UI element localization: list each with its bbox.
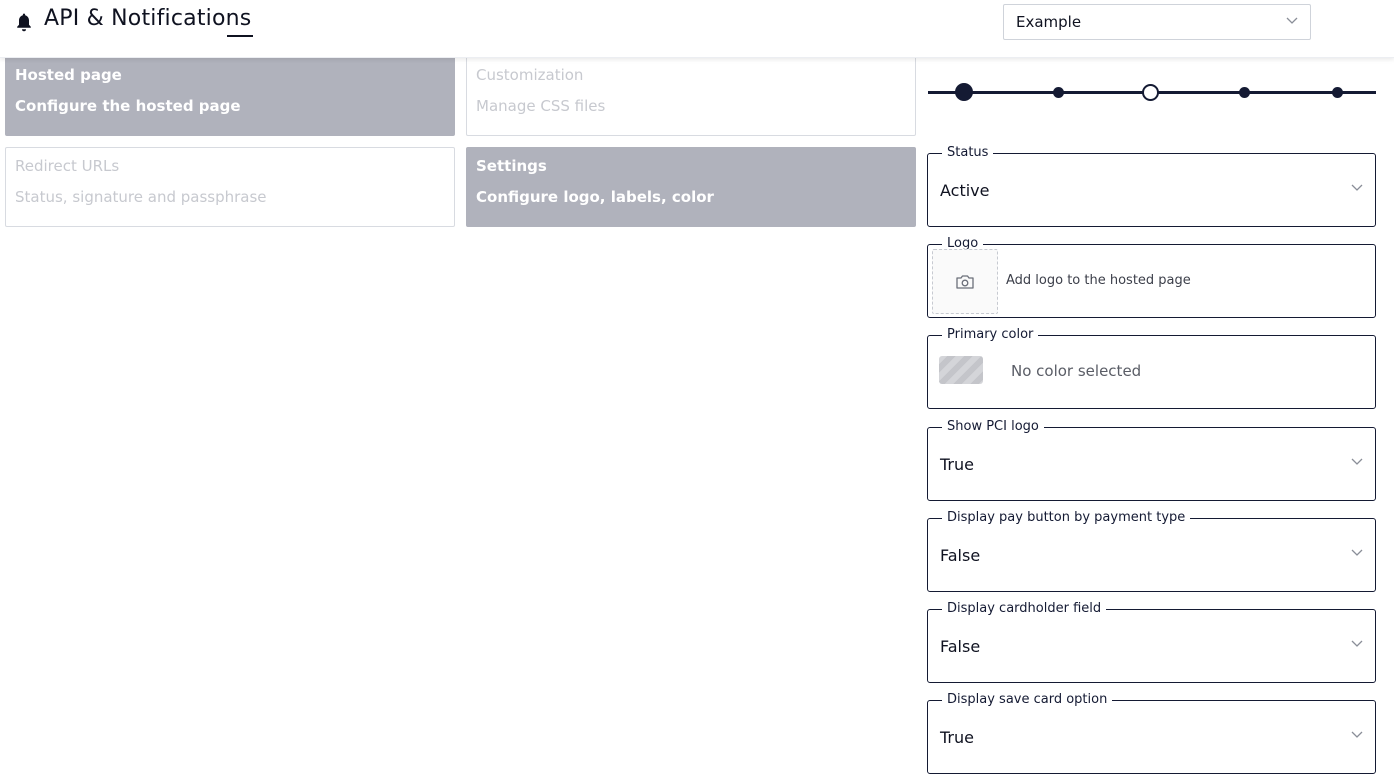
step-3-dot[interactable] — [1142, 84, 1159, 101]
card-subtitle: Manage CSS files — [476, 97, 606, 115]
show-pci-logo-value: True — [940, 455, 974, 474]
cardholder-select[interactable]: Display cardholder field False — [927, 601, 1376, 683]
bell-icon — [17, 13, 31, 32]
pay-button-value: False — [940, 546, 981, 565]
primary-color-field: Primary color No color selected — [927, 327, 1376, 409]
step-4-dot[interactable] — [1239, 87, 1250, 98]
card-settings[interactable]: Settings Configure logo, labels, color — [466, 147, 916, 227]
card-hosted-page[interactable]: Hosted page Configure the hosted page — [5, 56, 455, 136]
chevron-down-icon — [1351, 184, 1363, 191]
save-card-value: True — [940, 728, 974, 747]
card-title: Hosted page — [15, 66, 122, 84]
step-2-dot[interactable] — [1053, 87, 1064, 98]
account-select-value: Example — [1016, 13, 1082, 31]
pay-button-label: Display pay button by payment type — [942, 510, 1191, 525]
logo-upload-button[interactable] — [932, 249, 998, 314]
show-pci-logo-label: Show PCI logo — [942, 419, 1044, 434]
cardholder-label: Display cardholder field — [942, 601, 1107, 616]
primary-color-value: No color selected — [1011, 362, 1142, 380]
card-subtitle: Status, signature and passphrase — [15, 188, 267, 206]
color-swatch[interactable] — [939, 356, 983, 384]
chevron-down-icon — [1351, 549, 1363, 556]
show-pci-logo-select[interactable]: Show PCI logo True — [927, 419, 1376, 501]
chevron-down-icon — [1351, 458, 1363, 465]
camera-icon — [956, 274, 974, 289]
account-select[interactable]: Example — [1003, 4, 1311, 40]
step-1-handle[interactable] — [955, 83, 973, 101]
save-card-label: Display save card option — [942, 692, 1113, 707]
card-title: Customization — [476, 66, 584, 84]
save-card-select[interactable]: Display save card option True — [927, 692, 1376, 774]
top-bar: API & Notifications Example — [0, 0, 1394, 58]
logo-placeholder: Add logo to the hosted page — [1006, 273, 1191, 288]
primary-color-label: Primary color — [942, 327, 1039, 342]
card-subtitle: Configure the hosted page — [15, 97, 241, 115]
card-title: Redirect URLs — [15, 157, 120, 175]
status-select[interactable]: Status Active — [927, 145, 1376, 227]
card-title: Settings — [476, 157, 547, 175]
card-redirect-urls[interactable]: Redirect URLs Status, signature and pass… — [5, 147, 455, 227]
status-value: Active — [940, 181, 990, 200]
card-subtitle: Configure logo, labels, color — [476, 188, 714, 206]
step-5-dot[interactable] — [1332, 87, 1343, 98]
chevron-down-icon — [1351, 640, 1363, 647]
title-underline — [227, 35, 253, 37]
status-label: Status — [942, 145, 994, 160]
page-title: API & Notifications — [44, 6, 252, 31]
logo-field: Logo Add logo to the hosted page — [927, 236, 1376, 318]
step-slider[interactable] — [928, 78, 1376, 108]
chevron-down-icon — [1286, 17, 1298, 24]
cardholder-value: False — [940, 637, 981, 656]
chevron-down-icon — [1351, 731, 1363, 738]
card-customization[interactable]: Customization Manage CSS files — [466, 56, 916, 136]
pay-button-select[interactable]: Display pay button by payment type False — [927, 510, 1376, 592]
